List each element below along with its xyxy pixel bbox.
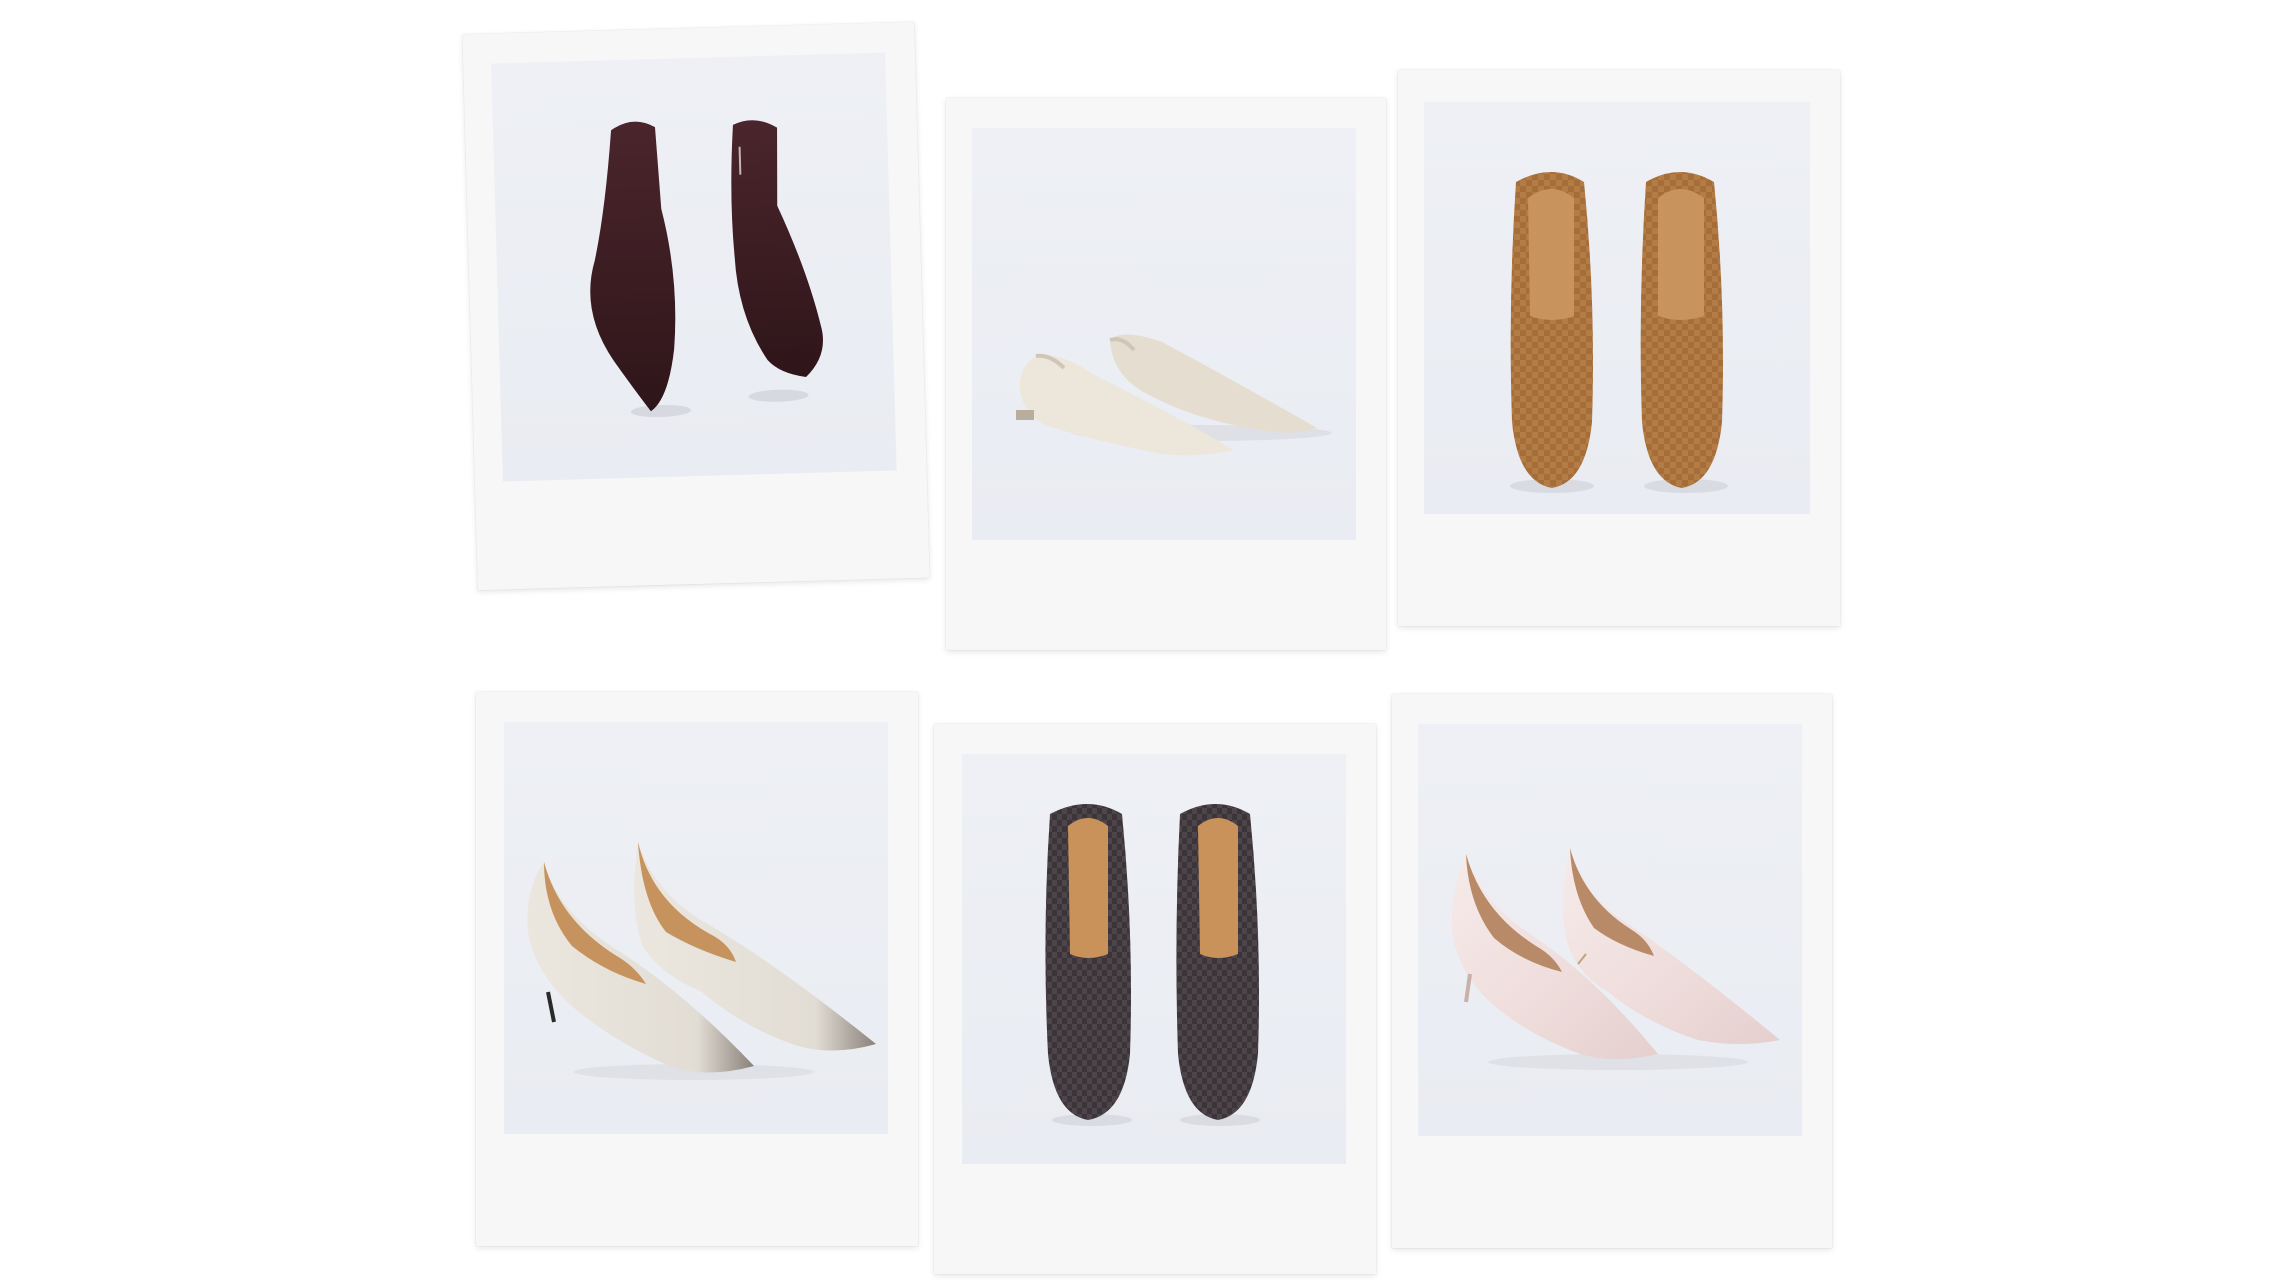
polaroid-1 xyxy=(462,21,930,591)
polaroid-2 xyxy=(946,98,1386,650)
photo-white-kitten-heel-pumps xyxy=(504,722,888,1134)
polaroid-4 xyxy=(476,692,918,1246)
photo-blush-kitten-heel-pumps xyxy=(1418,724,1802,1136)
charcoal-woven-loafers-image xyxy=(1045,804,1260,1126)
photo-charcoal-woven-loafers xyxy=(962,754,1346,1164)
polaroid-6 xyxy=(1392,694,1832,1248)
ivory-slingback-flats-image xyxy=(1016,334,1332,456)
polaroid-3 xyxy=(1398,70,1840,626)
blush-kitten-heel-pumps-image xyxy=(1451,848,1780,1070)
photo-ivory-slingback-flats xyxy=(972,128,1356,540)
photo-tan-woven-loafers xyxy=(1424,102,1810,514)
burgundy-ankle-boots-image xyxy=(590,120,823,418)
white-kitten-heel-pumps-image xyxy=(527,842,876,1080)
tan-woven-loafers-image xyxy=(1510,172,1728,493)
photo-burgundy-ankle-boots xyxy=(491,52,897,482)
polaroid-5 xyxy=(934,724,1376,1274)
